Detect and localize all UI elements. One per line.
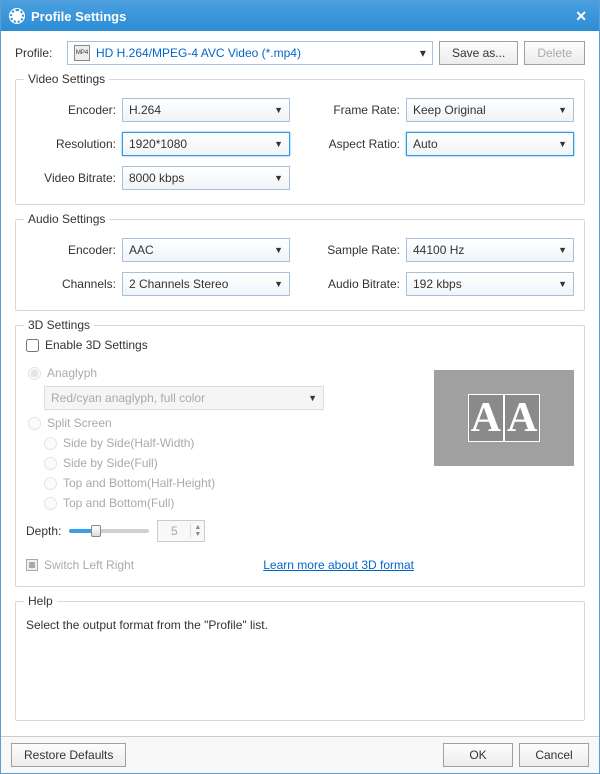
audio-encoder-select[interactable]: AAC▼ <box>122 238 290 262</box>
chevron-down-icon: ▼ <box>274 139 283 149</box>
profile-select[interactable]: MP4 HD H.264/MPEG-4 AVC Video (*.mp4) ▾ <box>67 41 433 65</box>
3d-settings-legend: 3D Settings <box>24 318 94 332</box>
spinner-arrows-icon: ▲▼ <box>190 524 204 538</box>
3d-settings-fieldset: 3D Settings Enable 3D Settings Anaglyph … <box>15 325 585 587</box>
profile-value: HD H.264/MPEG-4 AVC Video (*.mp4) <box>96 46 420 60</box>
save-as-button[interactable]: Save as... <box>439 41 518 65</box>
enable-3d-checkbox[interactable] <box>26 339 39 352</box>
cancel-button[interactable]: Cancel <box>519 743 589 767</box>
sample-rate-select[interactable]: 44100 Hz▼ <box>406 238 574 262</box>
channels-label: Channels: <box>26 277 116 291</box>
chevron-down-icon: ▼ <box>274 105 283 115</box>
3d-preview: AA <box>434 370 574 466</box>
frame-rate-select[interactable]: Keep Original▼ <box>406 98 574 122</box>
chevron-down-icon: ▼ <box>558 105 567 115</box>
tb-half-radio <box>44 477 57 490</box>
channels-select[interactable]: 2 Channels Stereo▼ <box>122 272 290 296</box>
video-encoder-select[interactable]: H.264▼ <box>122 98 290 122</box>
depth-label: Depth: <box>26 524 61 538</box>
chevron-down-icon: ▼ <box>558 245 567 255</box>
chevron-down-icon: ▾ <box>420 46 426 60</box>
split-screen-radio <box>28 417 41 430</box>
learn-more-link[interactable]: Learn more about 3D format <box>263 558 414 572</box>
chevron-down-icon: ▼ <box>558 279 567 289</box>
chevron-down-icon: ▼ <box>274 245 283 255</box>
resolution-label: Resolution: <box>26 137 116 151</box>
window-title: Profile Settings <box>31 9 126 24</box>
sbs-full-radio <box>44 457 57 470</box>
slider-thumb-icon[interactable] <box>91 525 101 537</box>
content-area: Profile: MP4 HD H.264/MPEG-4 AVC Video (… <box>1 31 599 736</box>
depth-spinner: 5 ▲▼ <box>157 520 205 542</box>
mp4-icon: MP4 <box>74 45 90 61</box>
tb-half-label: Top and Bottom(Half-Height) <box>63 476 215 490</box>
chevron-down-icon: ▼ <box>274 279 283 289</box>
sbs-full-label: Side by Side(Full) <box>63 456 158 470</box>
footer: Restore Defaults OK Cancel <box>1 736 599 773</box>
audio-bitrate-select[interactable]: 192 kbps▼ <box>406 272 574 296</box>
resolution-select[interactable]: 1920*1080▼ <box>122 132 290 156</box>
titlebar: Profile Settings ✕ <box>1 1 599 31</box>
video-bitrate-label: Video Bitrate: <box>26 171 116 185</box>
delete-button: Delete <box>524 41 585 65</box>
profile-label: Profile: <box>15 46 61 60</box>
video-settings-fieldset: Video Settings Encoder: H.264▼ Frame Rat… <box>15 79 585 205</box>
audio-encoder-label: Encoder: <box>26 243 116 257</box>
frame-rate-label: Frame Rate: <box>310 103 400 117</box>
chevron-down-icon: ▼ <box>558 139 567 149</box>
audio-bitrate-label: Audio Bitrate: <box>310 277 400 291</box>
restore-defaults-button[interactable]: Restore Defaults <box>11 743 126 767</box>
anaglyph-radio <box>28 367 41 380</box>
close-icon[interactable]: ✕ <box>571 8 591 25</box>
audio-settings-fieldset: Audio Settings Encoder: AAC▼ Sample Rate… <box>15 219 585 311</box>
anaglyph-label: Anaglyph <box>47 366 97 380</box>
aspect-ratio-select[interactable]: Auto▼ <box>406 132 574 156</box>
switch-lr-checkbox <box>26 559 38 571</box>
chevron-down-icon: ▼ <box>308 393 317 403</box>
profile-row: Profile: MP4 HD H.264/MPEG-4 AVC Video (… <box>15 41 585 65</box>
depth-slider[interactable] <box>69 529 149 533</box>
tb-full-radio <box>44 497 57 510</box>
video-bitrate-select[interactable]: 8000 kbps▼ <box>122 166 290 190</box>
split-screen-label: Split Screen <box>47 416 112 430</box>
ok-button[interactable]: OK <box>443 743 513 767</box>
help-text: Select the output format from the "Profi… <box>26 618 574 632</box>
aspect-ratio-label: Aspect Ratio: <box>310 137 400 151</box>
chevron-down-icon: ▼ <box>274 173 283 183</box>
tb-full-label: Top and Bottom(Full) <box>63 496 174 510</box>
app-icon <box>9 8 25 24</box>
help-fieldset: Help Select the output format from the "… <box>15 601 585 721</box>
anaglyph-mode-select: Red/cyan anaglyph, full color ▼ <box>44 386 324 410</box>
sample-rate-label: Sample Rate: <box>310 243 400 257</box>
sbs-half-radio <box>44 437 57 450</box>
audio-settings-legend: Audio Settings <box>24 212 109 226</box>
profile-settings-window: Profile Settings ✕ Profile: MP4 HD H.264… <box>0 0 600 774</box>
anaglyph-preview-icon: AA <box>468 394 541 442</box>
video-encoder-label: Encoder: <box>26 103 116 117</box>
help-legend: Help <box>24 594 57 608</box>
enable-3d-label: Enable 3D Settings <box>45 338 148 352</box>
video-settings-legend: Video Settings <box>24 72 109 86</box>
sbs-half-label: Side by Side(Half-Width) <box>63 436 194 450</box>
switch-lr-label: Switch Left Right <box>44 558 134 572</box>
depth-value: 5 <box>158 524 190 538</box>
